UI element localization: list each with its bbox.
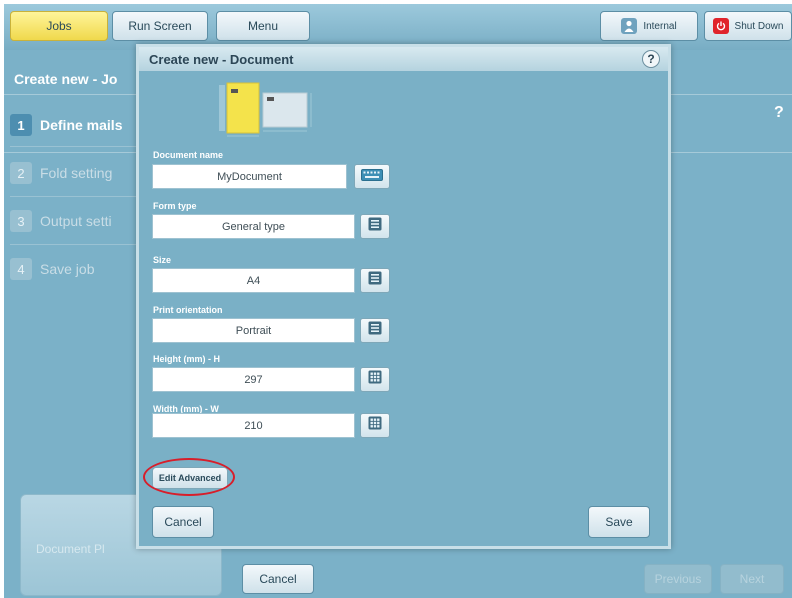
dialog-cancel-button[interactable]: Cancel bbox=[152, 506, 214, 538]
width-numpad-button[interactable] bbox=[360, 413, 390, 438]
height-field[interactable]: 297 bbox=[152, 367, 355, 392]
cancel-button[interactable]: Cancel bbox=[242, 564, 314, 594]
step-label: Output setti bbox=[40, 213, 112, 229]
size-label: Size bbox=[153, 255, 172, 265]
document-name-field[interactable]: MyDocument bbox=[152, 164, 347, 189]
numpad-icon bbox=[368, 416, 382, 435]
keyboard-button[interactable] bbox=[354, 164, 390, 189]
help-icon[interactable]: ? bbox=[642, 50, 660, 68]
tab-jobs[interactable]: Jobs bbox=[10, 11, 108, 41]
step-label: Fold setting bbox=[40, 165, 113, 181]
keyboard-icon bbox=[361, 168, 383, 186]
numpad-icon bbox=[368, 370, 382, 389]
height-numpad-button[interactable] bbox=[360, 367, 390, 392]
dialog-header: Create new - Document ? bbox=[139, 47, 668, 71]
dialog-save-button[interactable]: Save bbox=[588, 506, 650, 538]
form-type-field[interactable]: General type bbox=[152, 214, 355, 239]
step-output-settings[interactable]: 3 Output setti bbox=[10, 204, 140, 238]
list-icon bbox=[368, 321, 382, 340]
list-icon bbox=[368, 271, 382, 290]
create-document-dialog: Create new - Document ? Document name My… bbox=[136, 44, 671, 549]
help-icon[interactable]: ? bbox=[774, 104, 784, 122]
step-number: 1 bbox=[10, 114, 32, 136]
internal-label: Internal bbox=[643, 20, 677, 32]
power-icon bbox=[712, 18, 729, 34]
step-label: Save job bbox=[40, 261, 95, 277]
divider bbox=[10, 196, 136, 197]
internal-button[interactable]: Internal bbox=[600, 11, 698, 41]
form-type-list-button[interactable] bbox=[360, 214, 390, 239]
app-screen: Jobs Run Screen Menu Internal Shut Down … bbox=[4, 4, 792, 598]
step-number: 4 bbox=[10, 258, 32, 280]
print-orientation-list-button[interactable] bbox=[360, 318, 390, 343]
step-save-job[interactable]: 4 Save job bbox=[10, 252, 140, 286]
print-orientation-field[interactable]: Portrait bbox=[152, 318, 355, 343]
next-button[interactable]: Next bbox=[720, 564, 784, 594]
width-field[interactable]: 210 bbox=[152, 413, 355, 438]
step-number: 2 bbox=[10, 162, 32, 184]
dialog-title: Create new - Document bbox=[149, 52, 294, 67]
step-define-mails[interactable]: 1 Define mails bbox=[10, 108, 140, 142]
size-field[interactable]: A4 bbox=[152, 268, 355, 293]
list-icon bbox=[368, 217, 382, 236]
divider bbox=[10, 244, 136, 245]
step-number: 3 bbox=[10, 210, 32, 232]
step-label: Define mails bbox=[40, 117, 123, 133]
height-label: Height (mm) - H bbox=[153, 354, 220, 364]
tab-menu[interactable]: Menu bbox=[216, 11, 310, 41]
document-illustration-icon bbox=[217, 79, 327, 141]
previous-button[interactable]: Previous bbox=[644, 564, 712, 594]
highlight-ring bbox=[143, 458, 235, 496]
user-icon bbox=[621, 18, 638, 34]
shutdown-button[interactable]: Shut Down bbox=[704, 11, 792, 41]
tab-run-screen[interactable]: Run Screen bbox=[112, 11, 208, 41]
step-fold-settings[interactable]: 2 Fold setting bbox=[10, 156, 140, 190]
document-name-label: Document name bbox=[153, 150, 224, 160]
size-list-button[interactable] bbox=[360, 268, 390, 293]
divider bbox=[10, 146, 136, 147]
page-title: Create new - Jo bbox=[14, 71, 118, 87]
shutdown-label: Shut Down bbox=[734, 20, 784, 32]
form-type-label: Form type bbox=[153, 201, 197, 211]
document-preview-label: Document Pl bbox=[36, 542, 105, 556]
print-orientation-label: Print orientation bbox=[153, 305, 223, 315]
